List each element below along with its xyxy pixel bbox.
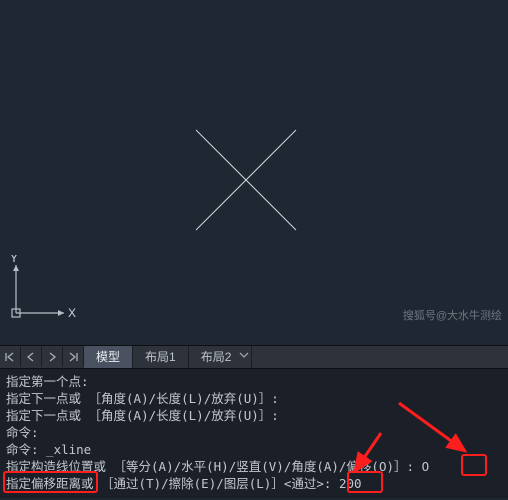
ucs-y-label: Y [10, 255, 18, 265]
tab-nav-next-icon[interactable] [42, 347, 63, 367]
ucs-x-label: X [68, 306, 76, 320]
cmd-line: 指定第一个点: [6, 373, 502, 390]
tab-layout2[interactable]: 布局2 [189, 346, 253, 368]
cmd-input-value: O [422, 459, 430, 474]
cmd-prompt-offset: 指定偏移距离 [6, 476, 81, 491]
drawing-canvas[interactable]: X Y 搜狐号@大水牛测绘 [0, 0, 508, 345]
cmd-line: 命令: [6, 424, 502, 441]
cmd-line: 指定下一点或 ［角度(A)/长度(L)/放弃(U)］: [6, 390, 502, 407]
cmd-line: 指定偏移距离或 ［通过(T)/擦除(E)/图层(L)］<通过>: 200 [6, 475, 502, 492]
tab-overflow-icon[interactable] [239, 349, 249, 371]
tab-nav-first-icon[interactable] [0, 347, 21, 367]
cmd-line: 命令: _xline [6, 441, 502, 458]
cmd-line: 指定构造线位置或 ［等分(A)/水平(H)/竖直(V)/角度(A)/偏移(O)］… [6, 458, 502, 475]
ucs-icon: X Y [6, 255, 76, 325]
tab-nav-prev-icon[interactable] [21, 347, 42, 367]
cmd-input-value: 200 [339, 476, 362, 491]
tab-model[interactable]: 模型 [84, 346, 133, 368]
layout-tab-bar: 模型 布局1 布局2 [0, 345, 508, 369]
tab-nav-last-icon[interactable] [63, 347, 84, 367]
command-line-panel[interactable]: 指定第一个点: 指定下一点或 ［角度(A)/长度(L)/放弃(U)］: 指定下一… [0, 369, 508, 498]
tab-layout1[interactable]: 布局1 [133, 346, 189, 368]
cmd-line: 指定下一点或 ［角度(A)/长度(L)/放弃(U)］: [6, 407, 502, 424]
watermark-text: 搜狐号@大水牛测绘 [403, 307, 502, 323]
drawing-xlines [186, 120, 306, 240]
